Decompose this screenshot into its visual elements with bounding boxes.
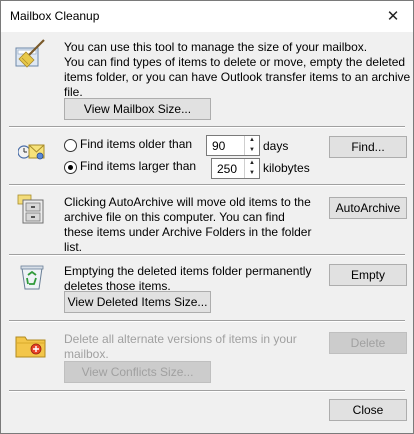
larger-than-label: Find items larger than bbox=[80, 159, 197, 173]
older-than-label: Find items older than bbox=[80, 137, 193, 151]
title-bar: Mailbox Cleanup ✕ bbox=[1, 1, 413, 32]
radio-selected-dot bbox=[68, 165, 73, 170]
conflicts-folder-icon bbox=[15, 336, 46, 358]
empty-button[interactable]: Empty bbox=[329, 264, 407, 286]
mailbox-cleanup-dialog: Mailbox Cleanup ✕ You can use this tool … bbox=[0, 0, 414, 434]
older-than-radio[interactable] bbox=[64, 139, 77, 152]
spin-up-icon[interactable]: ▲ bbox=[245, 136, 259, 145]
archive-cabinet-icon bbox=[17, 194, 44, 224]
archive-desc-line: these items under Archive Folders in the… bbox=[64, 225, 312, 239]
larger-than-radio[interactable] bbox=[64, 161, 77, 174]
archive-desc-line: list. bbox=[64, 240, 82, 254]
view-conflicts-size-button[interactable]: View Conflicts Size... bbox=[64, 361, 211, 383]
spin-down-icon[interactable]: ▼ bbox=[245, 169, 259, 178]
deleted-desc-line: Emptying the deleted items folder perman… bbox=[64, 264, 312, 278]
archive-desc-line: Clicking AutoArchive will move old items… bbox=[64, 195, 311, 209]
size-desc-line: items folder, or you can have Outlook tr… bbox=[64, 70, 411, 84]
archive-desc-line: archive file on this computer. You can f… bbox=[64, 210, 285, 224]
kilobytes-spinner[interactable]: ▲ ▼ bbox=[244, 159, 259, 178]
conflicts-desc-line: Delete all alternate versions of items i… bbox=[64, 332, 297, 346]
separator bbox=[9, 390, 405, 392]
separator bbox=[9, 184, 405, 186]
view-deleted-items-size-button[interactable]: View Deleted Items Size... bbox=[64, 291, 211, 313]
dialog-title: Mailbox Cleanup bbox=[10, 9, 100, 23]
separator bbox=[9, 126, 405, 128]
conflicts-desc-line: mailbox. bbox=[64, 347, 109, 361]
spin-up-icon[interactable]: ▲ bbox=[245, 159, 259, 168]
broom-mailbox-icon bbox=[15, 39, 45, 68]
kilobytes-input[interactable] bbox=[212, 159, 244, 178]
close-window-icon[interactable]: ✕ bbox=[373, 1, 413, 32]
days-unit-label: days bbox=[263, 139, 289, 153]
find-button[interactable]: Find... bbox=[329, 136, 407, 158]
days-spinner[interactable]: ▲ ▼ bbox=[244, 136, 259, 155]
spin-down-icon[interactable]: ▼ bbox=[245, 146, 259, 155]
close-button[interactable]: Close bbox=[329, 399, 407, 421]
days-stepper[interactable]: ▲ ▼ bbox=[206, 135, 260, 156]
size-desc-line: You can find types of items to delete or… bbox=[64, 55, 406, 69]
days-input[interactable] bbox=[207, 136, 239, 155]
delete-button[interactable]: Delete bbox=[329, 332, 407, 354]
kilobytes-stepper[interactable]: ▲ ▼ bbox=[211, 158, 260, 179]
recycle-bin-icon bbox=[20, 265, 44, 290]
kilobytes-unit-label: kilobytes bbox=[263, 161, 310, 175]
view-mailbox-size-button[interactable]: View Mailbox Size... bbox=[64, 98, 211, 120]
separator bbox=[9, 320, 405, 322]
find-items-icon bbox=[18, 144, 45, 160]
separator bbox=[9, 254, 405, 256]
size-intro-text: You can use this tool to manage the size… bbox=[64, 40, 368, 54]
autoarchive-button[interactable]: AutoArchive bbox=[329, 197, 407, 219]
